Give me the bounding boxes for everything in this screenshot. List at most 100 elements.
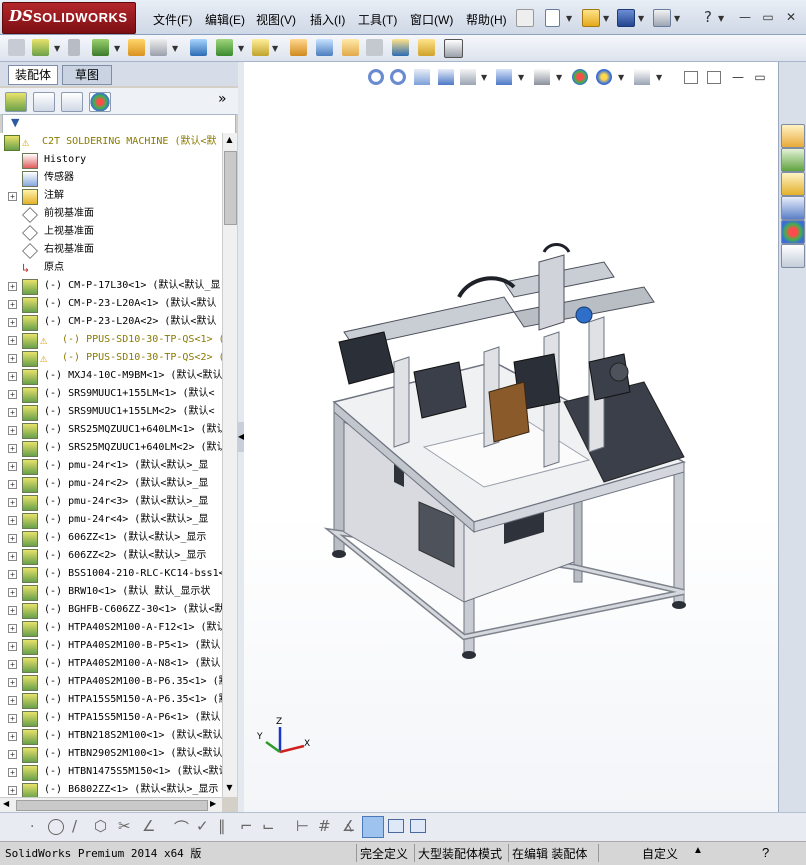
expand-toggle-icon[interactable]: +	[8, 354, 17, 363]
expand-toggle-icon[interactable]: +	[8, 408, 17, 417]
design-library-icon[interactable]	[781, 148, 805, 172]
help-icon[interactable]: ?	[700, 10, 716, 25]
filter-funnel-icon[interactable]: ▼	[11, 116, 19, 129]
zoom-to-fit-icon[interactable]	[368, 69, 384, 85]
table-view-icon[interactable]	[410, 819, 426, 833]
menu-help[interactable]: 帮助(H)	[466, 11, 507, 28]
display-style-icon[interactable]	[534, 69, 550, 85]
print-dropdown-icon[interactable]: ▼	[674, 14, 680, 23]
dashed-corner-icon[interactable]: ⌙	[262, 817, 275, 835]
orientation-dropdown-icon[interactable]: ▼	[518, 73, 524, 82]
move-dropdown-icon[interactable]: ▼	[172, 44, 178, 53]
display-style-dropdown-icon[interactable]: ▼	[556, 73, 562, 82]
save-icon[interactable]	[617, 9, 635, 27]
expand-toggle-icon[interactable]: +	[8, 750, 17, 759]
expand-toggle-icon[interactable]: +	[8, 624, 17, 633]
reference-geometry-icon[interactable]	[252, 39, 269, 56]
circle-icon[interactable]	[48, 819, 64, 835]
instant3d-icon[interactable]	[444, 39, 463, 58]
angle-dimension-icon[interactable]: ∡	[342, 817, 355, 835]
trim-icon[interactable]: ✂	[118, 817, 131, 835]
expand-toggle-icon[interactable]: +	[8, 372, 17, 381]
point-icon[interactable]: ·	[30, 819, 34, 835]
apply-scene-icon[interactable]	[596, 69, 612, 85]
expand-toggle-icon[interactable]: +	[8, 732, 17, 741]
new-dropdown-icon[interactable]: ▼	[566, 14, 572, 23]
open-dropdown-icon[interactable]: ▼	[603, 14, 609, 23]
move-component-icon[interactable]	[150, 39, 167, 56]
open-folder-icon[interactable]	[582, 9, 600, 27]
doc-minimize-button[interactable]: —	[730, 70, 746, 84]
expand-toggle-icon[interactable]: +	[8, 480, 17, 489]
file-explorer-icon[interactable]	[781, 172, 805, 196]
expand-toggle-icon[interactable]: +	[8, 462, 17, 471]
doc-restore-button[interactable]: ▭	[752, 70, 768, 84]
help-dropdown-icon[interactable]: ▼	[718, 14, 724, 23]
status-units[interactable]: 自定义	[642, 845, 678, 862]
tab-sketch[interactable]: 草图	[62, 65, 112, 85]
menu-edit[interactable]: 编辑(E)	[205, 11, 245, 28]
machine-model-svg[interactable]	[244, 62, 778, 812]
minimize-button[interactable]: —	[737, 10, 753, 24]
expand-toggle-icon[interactable]: +	[8, 516, 17, 525]
insert-component-dropdown-icon[interactable]: ▼	[54, 44, 60, 53]
expand-toggle-icon[interactable]: +	[8, 588, 17, 597]
scroll-up-icon[interactable]: ▲	[224, 135, 235, 146]
edit-appearance-icon[interactable]	[572, 69, 588, 85]
expand-toggle-icon[interactable]: +	[8, 696, 17, 705]
sheet-view-icon[interactable]	[388, 819, 404, 833]
check-icon[interactable]: ✓	[196, 817, 209, 835]
annotation-dropdown-icon[interactable]: ▼	[481, 73, 487, 82]
configuration-manager-icon[interactable]	[61, 92, 83, 112]
component-pattern-icon[interactable]	[92, 39, 109, 56]
scroll-thumb[interactable]	[224, 151, 237, 225]
expand-toggle-icon[interactable]: +	[8, 444, 17, 453]
expand-toggle-icon[interactable]: +	[8, 768, 17, 777]
viewport-single-icon[interactable]	[684, 71, 698, 84]
new-document-icon[interactable]	[545, 9, 560, 27]
new-motion-study-icon[interactable]	[290, 39, 307, 56]
close-button[interactable]: ✕	[783, 10, 799, 24]
dynamic-annotation-icon[interactable]	[460, 69, 476, 85]
3d-sketch-icon[interactable]	[362, 816, 384, 838]
bill-of-materials-icon[interactable]	[316, 39, 333, 56]
exploded-view-icon[interactable]	[342, 39, 359, 56]
expand-toggle-icon[interactable]: +	[8, 606, 17, 615]
expand-toggle-icon[interactable]: +	[8, 192, 17, 201]
expand-toggle-icon[interactable]: +	[8, 318, 17, 327]
tree-horizontal-scrollbar[interactable]: ◀ ▶	[0, 797, 222, 812]
appearances-icon[interactable]	[781, 220, 805, 244]
smart-fasteners-icon[interactable]	[128, 39, 145, 56]
pattern-dropdown-icon[interactable]: ▼	[114, 44, 120, 53]
view-settings-icon[interactable]	[634, 69, 650, 85]
tab-assembly[interactable]: 装配体	[8, 65, 58, 85]
expand-toggle-icon[interactable]: +	[8, 570, 17, 579]
expand-toggle-icon[interactable]: +	[8, 660, 17, 669]
view-palette-icon[interactable]	[781, 196, 805, 220]
expand-toggle-icon[interactable]: +	[8, 426, 17, 435]
features-dropdown-icon[interactable]: ▼	[238, 44, 244, 53]
save-dropdown-icon[interactable]: ▼	[638, 14, 644, 23]
expand-toggle-icon[interactable]: +	[8, 282, 17, 291]
angle-icon[interactable]: ∠	[142, 817, 155, 835]
fillet-icon[interactable]: ⌒	[174, 817, 189, 838]
expand-toggle-icon[interactable]: +	[8, 534, 17, 543]
expand-toggle-icon[interactable]: +	[8, 678, 17, 687]
scroll-down-icon[interactable]: ▼	[224, 783, 235, 794]
insert-component-icon[interactable]	[32, 39, 49, 56]
expand-toggle-icon[interactable]: +	[8, 498, 17, 507]
solidworks-logo[interactable]: DS SOLIDWORKS	[2, 2, 136, 34]
tree-filter-input[interactable]: ▼	[2, 114, 236, 134]
viewport-split-icon[interactable]	[707, 71, 721, 84]
mate-icon[interactable]	[68, 39, 80, 56]
expand-toggle-icon[interactable]: +	[8, 336, 17, 345]
expand-toggle-icon[interactable]: +	[8, 552, 17, 561]
clearance-verification-icon[interactable]	[418, 39, 435, 56]
solidworks-resources-icon[interactable]	[781, 124, 805, 148]
dimension-icon[interactable]: ⊢	[296, 817, 309, 835]
previous-view-icon[interactable]	[414, 69, 430, 85]
expand-toggle-icon[interactable]: +	[8, 390, 17, 399]
scroll-right-icon[interactable]: ▶	[210, 799, 216, 808]
machine-model[interactable]	[323, 243, 687, 660]
menu-file[interactable]: 文件(F)	[153, 11, 192, 28]
